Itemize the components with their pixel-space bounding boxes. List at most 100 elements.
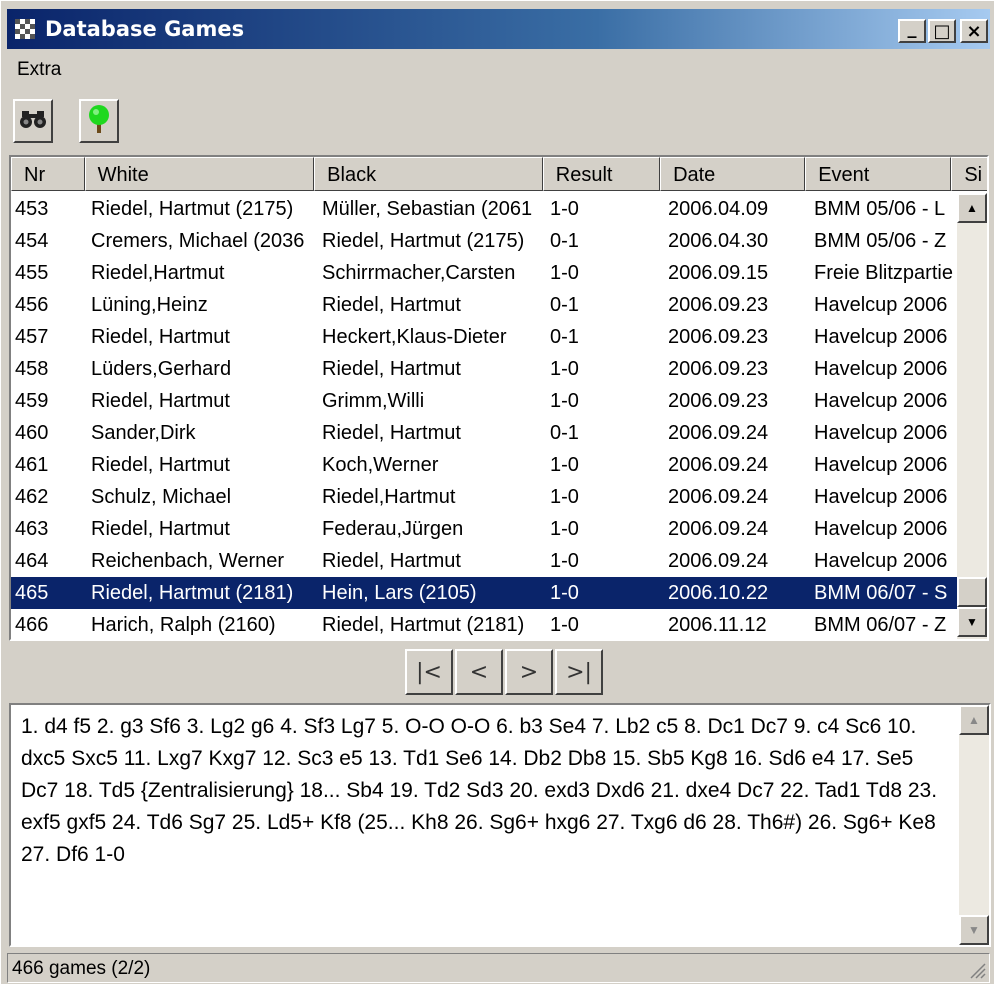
cell-date: 2006.10.22	[668, 582, 769, 604]
cell-result: 1-0	[550, 614, 579, 636]
maximize-button[interactable]: □	[928, 19, 956, 43]
cell-nr: 461	[15, 454, 49, 476]
cell-event: Freie Blitzpartie	[814, 262, 953, 284]
scroll-up-button[interactable]: ▲	[959, 705, 989, 735]
menu-extra[interactable]: Extra	[17, 59, 61, 81]
cell-nr: 460	[15, 422, 49, 444]
window-title: Database Games	[45, 17, 245, 41]
cell-event: Havelcup 2006	[814, 422, 948, 444]
scroll-down-button[interactable]: ▼	[959, 915, 989, 945]
column-header-site[interactable]: Si	[951, 157, 987, 191]
table-row[interactable]: 463 Riedel, Hartmut Federau,Jürgen 1-0 2…	[11, 513, 957, 545]
tree-button[interactable]	[79, 99, 119, 143]
cell-black: Müller, Sebastian (2061	[322, 198, 533, 220]
cell-nr: 462	[15, 486, 49, 508]
games-table[interactable]: Nr White Black Result Date Event Si 453 …	[9, 155, 989, 641]
cell-result: 0-1	[550, 294, 579, 316]
table-vertical-scrollbar[interactable]: ▲ ▼	[957, 193, 987, 639]
cell-white: Schulz, Michael	[91, 486, 232, 508]
game-navigation: |< < > >|	[405, 649, 605, 695]
cell-result: 1-0	[550, 518, 579, 540]
database-games-window: Database Games _ □ × Extra Nr White Blac…	[0, 0, 995, 985]
cell-nr: 465	[15, 582, 49, 604]
status-bar: 466 games (2/2)	[7, 953, 990, 983]
column-header-black[interactable]: Black	[314, 157, 543, 191]
cell-date: 2006.09.23	[668, 326, 769, 348]
table-row[interactable]: 460 Sander,Dirk Riedel, Hartmut 0-1 2006…	[11, 417, 957, 449]
cell-date: 2006.04.30	[668, 230, 769, 252]
table-row[interactable]: 454 Cremers, Michael (2036 Riedel, Hartm…	[11, 225, 957, 257]
table-row[interactable]: 464 Reichenbach, Werner Riedel, Hartmut …	[11, 545, 957, 577]
game-notation-area[interactable]: 1. d4 f5 2. g3 Sf6 3. Lg2 g6 4. Sf3 Lg7 …	[9, 703, 991, 947]
table-row[interactable]: 466 Harich, Ralph (2160) Riedel, Hartmut…	[11, 609, 957, 639]
cell-event: Havelcup 2006	[814, 294, 948, 316]
last-game-button[interactable]: >|	[555, 649, 603, 695]
close-button[interactable]: ×	[960, 19, 988, 43]
cell-date: 2006.09.23	[668, 390, 769, 412]
cell-black: Riedel,Hartmut	[322, 486, 456, 508]
menu-bar: Extra	[7, 55, 990, 87]
cell-event: BMM 06/07 - S	[814, 582, 948, 604]
game-notation-text[interactable]: 1. d4 f5 2. g3 Sf6 3. Lg2 g6 4. Sf3 Lg7 …	[21, 711, 951, 871]
column-header-event[interactable]: Event	[805, 157, 952, 191]
scroll-up-button[interactable]: ▲	[957, 193, 987, 223]
next-game-button[interactable]: >	[505, 649, 553, 695]
cell-black: Grimm,Willi	[322, 390, 425, 412]
cell-white: Riedel, Hartmut	[91, 326, 230, 348]
cell-result: 0-1	[550, 230, 579, 252]
cell-black: Riedel, Hartmut	[322, 294, 461, 316]
cell-nr: 456	[15, 294, 49, 316]
search-button[interactable]	[13, 99, 53, 143]
cell-event: Havelcup 2006	[814, 326, 948, 348]
cell-event: BMM 05/06 - L	[814, 198, 946, 220]
title-bar[interactable]: Database Games _ □ ×	[7, 9, 990, 49]
table-row[interactable]: 455 Riedel,Hartmut Schirrmacher,Carsten …	[11, 257, 957, 289]
cell-event: Havelcup 2006	[814, 486, 948, 508]
column-header-nr[interactable]: Nr	[11, 157, 85, 191]
cell-black: Schirrmacher,Carsten	[322, 262, 516, 284]
table-row[interactable]: 457 Riedel, Hartmut Heckert,Klaus-Dieter…	[11, 321, 957, 353]
column-header-date[interactable]: Date	[660, 157, 806, 191]
notation-vertical-scrollbar[interactable]: ▲ ▼	[959, 705, 989, 945]
table-row[interactable]: 459 Riedel, Hartmut Grimm,Willi 1-0 2006…	[11, 385, 957, 417]
table-row-selected[interactable]: 465 Riedel, Hartmut (2181) Hein, Lars (2…	[11, 577, 957, 609]
cell-nr: 458	[15, 358, 49, 380]
cell-nr: 457	[15, 326, 49, 348]
cell-result: 1-0	[550, 390, 579, 412]
cell-date: 2006.09.15	[668, 262, 769, 284]
cell-result: 0-1	[550, 422, 579, 444]
cell-white: Riedel, Hartmut	[91, 518, 230, 540]
cell-date: 2006.09.24	[668, 550, 769, 572]
scroll-thumb[interactable]	[957, 577, 987, 607]
resize-grip-icon[interactable]	[968, 961, 986, 979]
cell-white: Riedel,Hartmut	[91, 262, 225, 284]
cell-black: Riedel, Hartmut	[322, 422, 461, 444]
cell-event: Havelcup 2006	[814, 550, 948, 572]
cell-black: Riedel, Hartmut	[322, 358, 461, 380]
cell-result: 1-0	[550, 198, 579, 220]
first-game-button[interactable]: |<	[405, 649, 453, 695]
previous-game-button[interactable]: <	[455, 649, 503, 695]
table-row[interactable]: 453 Riedel, Hartmut (2175) Müller, Sebas…	[11, 193, 957, 225]
minimize-button[interactable]: _	[898, 18, 926, 43]
maximize-icon: □	[933, 20, 951, 42]
chessboard-icon	[15, 19, 35, 39]
scroll-down-button[interactable]: ▼	[957, 607, 987, 637]
cell-date: 2006.09.24	[668, 422, 769, 444]
cell-date: 2006.09.24	[668, 486, 769, 508]
toolbar	[7, 93, 990, 149]
cell-nr: 464	[15, 550, 49, 572]
table-row[interactable]: 461 Riedel, Hartmut Koch,Werner 1-0 2006…	[11, 449, 957, 481]
cell-black: Riedel, Hartmut	[322, 550, 461, 572]
arrow-down-icon: ▼	[968, 923, 980, 937]
cell-white: Riedel, Hartmut	[91, 390, 230, 412]
table-row[interactable]: 458 Lüders,Gerhard Riedel, Hartmut 1-0 2…	[11, 353, 957, 385]
close-icon: ×	[966, 20, 982, 42]
cell-date: 2006.11.12	[668, 614, 767, 636]
column-header-result[interactable]: Result	[542, 157, 661, 191]
table-row[interactable]: 456 Lüning,Heinz Riedel, Hartmut 0-1 200…	[11, 289, 957, 321]
binoculars-icon	[20, 109, 46, 134]
cell-white: Riedel, Hartmut (2175)	[91, 198, 294, 220]
column-header-white[interactable]: White	[84, 157, 315, 191]
table-row[interactable]: 462 Schulz, Michael Riedel,Hartmut 1-0 2…	[11, 481, 957, 513]
